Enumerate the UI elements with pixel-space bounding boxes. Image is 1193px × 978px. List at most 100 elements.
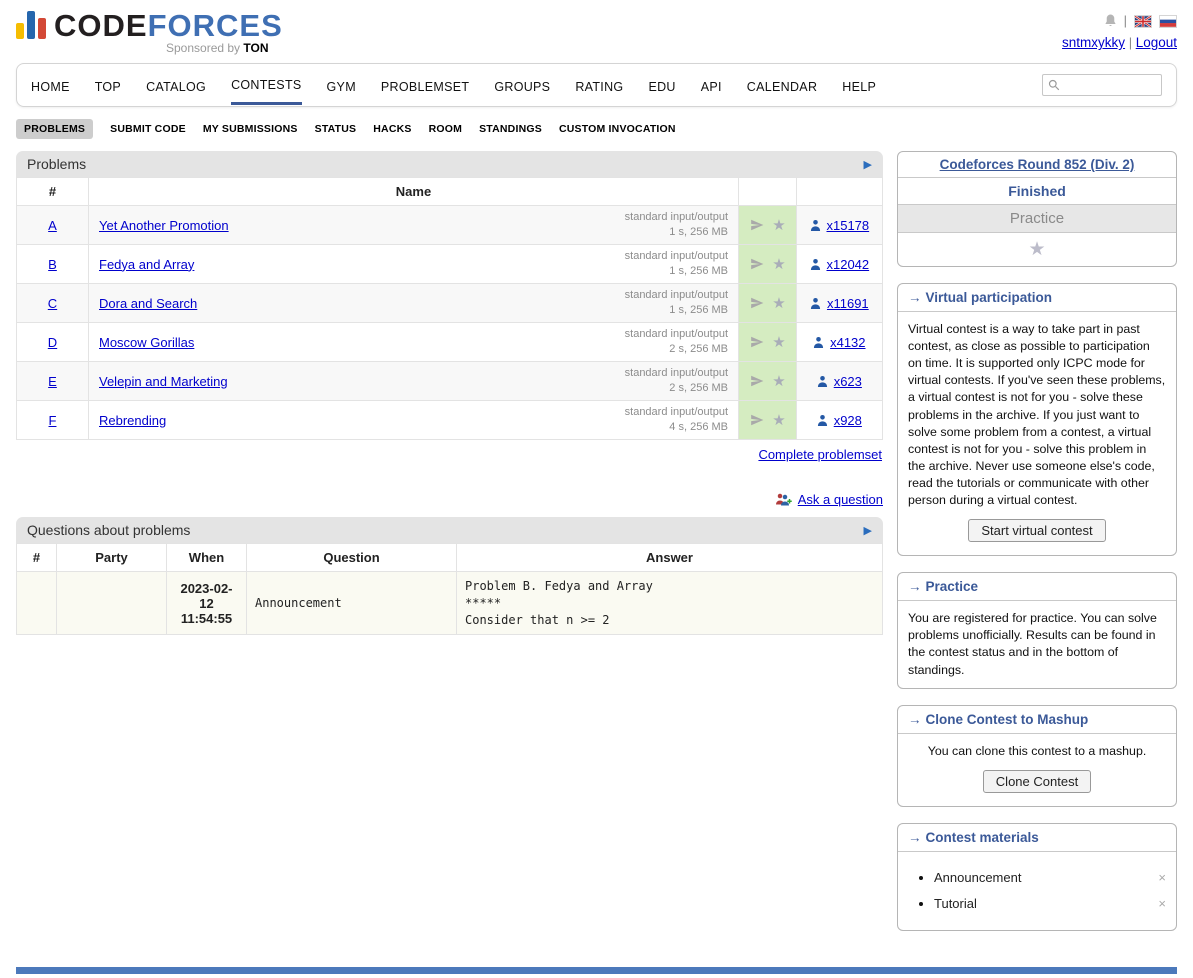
nav-item-api[interactable]: API (701, 67, 722, 104)
solved-count-link[interactable]: x12042 (826, 257, 869, 272)
favorite-star-icon[interactable]: ★ (772, 333, 785, 351)
problem-letter-link[interactable]: F (49, 413, 57, 428)
subnav-item-problems[interactable]: PROBLEMS (16, 119, 93, 139)
search-box[interactable] (1042, 74, 1162, 96)
problem-name-link[interactable]: Rebrending (99, 413, 166, 428)
nav-item-home[interactable]: HOME (31, 67, 70, 104)
problem-name-link[interactable]: Fedya and Array (99, 257, 194, 272)
nav-item-gym[interactable]: GYM (327, 67, 356, 104)
practice-text: You are registered for practice. You can… (908, 610, 1166, 678)
subnav-item-hacks[interactable]: HACKS (373, 123, 411, 135)
contest-title-link[interactable]: Codeforces Round 852 (Div. 2) (940, 157, 1135, 172)
nav-item-problemset[interactable]: PROBLEMSET (381, 67, 469, 104)
main-column: Problems ▶ # Name A (16, 151, 883, 635)
nav-item-top[interactable]: TOP (95, 67, 121, 104)
flag-ru-icon[interactable] (1159, 15, 1177, 28)
submit-plane-icon[interactable] (749, 296, 765, 310)
search-icon[interactable] (1048, 79, 1060, 91)
subnav-item-standings[interactable]: STANDINGS (479, 123, 542, 135)
problem-name-link[interactable]: Yet Another Promotion (99, 218, 229, 233)
favorite-star-icon[interactable]: ★ (772, 255, 785, 273)
col-header-name: Name (89, 178, 739, 206)
practice-box: →Practice You are registered for practic… (897, 572, 1177, 688)
ask-question-link[interactable]: Ask a question (798, 492, 883, 507)
table-row: 2023-02-12 11:54:55 Announcement Problem… (17, 572, 883, 635)
favorite-star-icon[interactable]: ★ (772, 372, 785, 390)
favorite-star-icon[interactable]: ★ (772, 216, 785, 234)
col-header-question: Question (247, 544, 457, 572)
questions-table: # Party When Question Answer 2023-02-12 … (16, 543, 883, 635)
problem-name-link[interactable]: Moscow Gorillas (99, 335, 194, 350)
problem-name-link[interactable]: Velepin and Marketing (99, 374, 228, 389)
nav-item-groups[interactable]: GROUPS (494, 67, 550, 104)
problem-letter-link[interactable]: E (48, 374, 57, 389)
table-row: A Yet Another Promotion standard input/o… (17, 206, 883, 245)
col-header-solved (797, 178, 883, 206)
table-row: B Fedya and Array standard input/output1… (17, 245, 883, 284)
section-arrow-icon: → (908, 712, 922, 727)
questions-caption-bar: Questions about problems ▶ (16, 517, 883, 543)
problems-caption: Problems (27, 156, 86, 172)
submit-plane-icon[interactable] (749, 374, 765, 388)
nav-item-help[interactable]: HELP (842, 67, 876, 104)
solved-count-link[interactable]: x928 (834, 413, 862, 428)
submit-plane-icon[interactable] (749, 257, 765, 271)
problem-letter-link[interactable]: A (48, 218, 57, 233)
logout-link[interactable]: Logout (1136, 35, 1177, 50)
problem-limits: standard input/output4 s, 256 MB (625, 405, 728, 435)
username-link[interactable]: sntmxykky (1062, 35, 1125, 50)
close-icon[interactable]: × (1158, 895, 1166, 913)
collapse-arrow-icon[interactable]: ▶ (864, 524, 872, 537)
col-header-answer: Answer (457, 544, 883, 572)
nav-item-calendar[interactable]: CALENDAR (747, 67, 817, 104)
favorite-star-icon[interactable]: ★ (772, 294, 785, 312)
solved-count-link[interactable]: x15178 (826, 218, 869, 233)
problem-letter-link[interactable]: C (48, 296, 57, 311)
contest-status: Finished (1008, 183, 1066, 199)
contest-materials-header: →Contest materials (898, 824, 1176, 852)
nav-item-catalog[interactable]: CATALOG (146, 67, 206, 104)
problem-name-link[interactable]: Dora and Search (99, 296, 197, 311)
solved-person-icon (817, 414, 828, 427)
subnav-item-submit-code[interactable]: SUBMIT CODE (110, 123, 186, 135)
complete-problemset-link[interactable]: Complete problemset (758, 447, 882, 462)
solved-count-link[interactable]: x11691 (827, 296, 869, 311)
subnav-item-status[interactable]: STATUS (315, 123, 357, 135)
nav-item-rating[interactable]: RATING (575, 67, 623, 104)
favorite-star-icon[interactable]: ★ (772, 411, 785, 429)
solved-count-link[interactable]: x4132 (830, 335, 865, 350)
collapse-arrow-icon[interactable]: ▶ (864, 158, 872, 171)
nav-item-contests[interactable]: CONTESTS (231, 65, 301, 105)
nav-item-edu[interactable]: EDU (648, 67, 675, 104)
material-announcement-link[interactable]: Announcement (934, 870, 1021, 885)
logo[interactable]: CODEFORCES Sponsored by TON (16, 10, 283, 55)
close-icon[interactable]: × (1158, 869, 1166, 887)
start-virtual-contest-button[interactable]: Start virtual contest (968, 519, 1105, 542)
favorite-contest-star-icon[interactable]: ★ (1028, 239, 1045, 260)
submit-plane-icon[interactable] (749, 218, 765, 232)
subnav-item-my-submissions[interactable]: MY SUBMISSIONS (203, 123, 298, 135)
problem-letter-link[interactable]: D (48, 335, 57, 350)
submit-plane-icon[interactable] (749, 413, 765, 427)
flag-en-icon[interactable] (1134, 15, 1152, 28)
virtual-participation-text: Virtual contest is a way to take part in… (908, 321, 1166, 509)
notifications-bell-icon[interactable] (1104, 14, 1117, 28)
page: CODEFORCES Sponsored by TON | (0, 0, 1193, 978)
subnav-item-custom-invocation[interactable]: CUSTOM INVOCATION (559, 123, 676, 135)
logo-text: CODEFORCES (54, 10, 283, 41)
sponsored-by: Sponsored by TON (166, 41, 283, 55)
solved-count-link[interactable]: x623 (834, 374, 862, 389)
subnav-item-room[interactable]: ROOM (429, 123, 462, 135)
search-input[interactable] (1064, 77, 1156, 93)
submit-plane-icon[interactable] (749, 335, 765, 349)
problem-letter-link[interactable]: B (48, 257, 57, 272)
clone-contest-button[interactable]: Clone Contest (983, 770, 1091, 793)
list-item: × Tutorial (934, 895, 1166, 913)
table-row: E Velepin and Marketing standard input/o… (17, 362, 883, 401)
questions-caption: Questions about problems (27, 522, 190, 538)
solved-person-icon (810, 219, 821, 232)
header-divider: | (1124, 10, 1127, 32)
problems-table: # Name A Yet Another Promotion standard … (16, 177, 883, 440)
col-header-index: # (17, 178, 89, 206)
material-tutorial-link[interactable]: Tutorial (934, 896, 977, 911)
